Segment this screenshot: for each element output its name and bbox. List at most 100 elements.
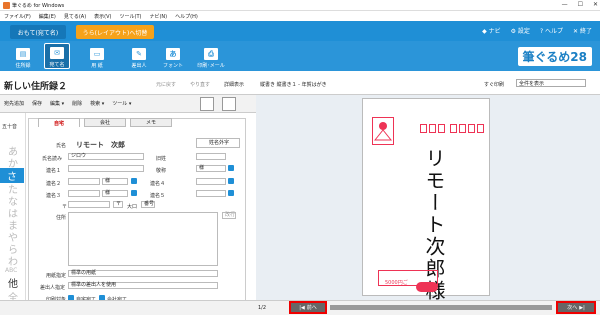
detail-view-button[interactable]: 詳細表示 bbox=[224, 81, 244, 88]
preview-scrollbar[interactable] bbox=[330, 305, 552, 310]
navi-button[interactable]: ◆ ナビ bbox=[482, 26, 501, 35]
add-recipient-button[interactable]: 宛先追加 bbox=[4, 100, 24, 107]
menu-bar: ファイル(F) 編集(E) 見てる(A) 表示(V) ツール(T) ナビ(N) … bbox=[0, 11, 600, 21]
joint-name-2-field[interactable] bbox=[68, 178, 100, 185]
zip-lookup-button[interactable]: 〒 bbox=[113, 201, 123, 208]
save-button[interactable]: 保存 bbox=[32, 100, 42, 107]
kana-reading-field[interactable]: ジロウ bbox=[68, 153, 144, 160]
address-toolbar: 宛先追加 保存 編集 ▾ 削除 検索 ▾ ツール ▾ bbox=[0, 95, 256, 113]
joint-name-4-label: 連名４ bbox=[150, 181, 166, 187]
kana-wa[interactable]: わ bbox=[8, 253, 18, 268]
kana-other[interactable]: 他 bbox=[8, 275, 18, 290]
joint-name-3-field[interactable] bbox=[68, 190, 100, 197]
joint-5-checkbox[interactable] bbox=[228, 190, 234, 196]
ribbon-print-button[interactable]: ⎙ 印刷･メール bbox=[194, 43, 228, 69]
kana-index: 五十音 あ か さ た な は ま や ら わ ABC 他 全 bbox=[0, 113, 26, 304]
print-now-label: すぐ印刷 bbox=[483, 82, 504, 88]
kana-reading-label: 氏名読み bbox=[42, 156, 63, 162]
joint-suffix-3-select[interactable]: 様 bbox=[102, 190, 128, 197]
joint-name-1-field[interactable] bbox=[68, 165, 144, 172]
menu-navi[interactable]: ナビ(N) bbox=[149, 13, 167, 20]
menu-file[interactable]: ファイル(F) bbox=[4, 13, 31, 20]
zip-number-button[interactable]: 番号 bbox=[141, 201, 155, 208]
help-button[interactable]: ? ヘルプ bbox=[540, 26, 563, 35]
redo-button[interactable]: やり直す bbox=[190, 81, 210, 88]
maximize-button[interactable]: ☐ bbox=[578, 1, 583, 8]
addressbook-icon: ▤ bbox=[16, 48, 30, 60]
joint-4-checkbox[interactable] bbox=[228, 178, 234, 184]
paper-spec-label: 用紙指定 bbox=[46, 273, 67, 279]
name-glyph-button[interactable]: 姓名外字 bbox=[196, 138, 240, 148]
zip-box bbox=[468, 124, 475, 133]
sender-spec-select[interactable]: 標準の差出人を使用 bbox=[68, 282, 218, 289]
tab-home[interactable]: 自宅 bbox=[38, 118, 80, 127]
tools-menu[interactable]: ツール ▾ bbox=[112, 100, 131, 107]
edit-menu[interactable]: 編集 ▾ bbox=[50, 100, 64, 107]
menu-view[interactable]: 表示(V) bbox=[94, 13, 111, 20]
addressbook-header: 新しい住所録２ 元に戻す やり直す 詳細表示 bbox=[0, 71, 256, 95]
lottery-mark-icon bbox=[416, 282, 438, 292]
ribbon-sender-button[interactable]: ✎ 差出人 bbox=[126, 43, 152, 69]
zip-box bbox=[429, 124, 436, 133]
name-value[interactable]: リモート 次郎 bbox=[76, 140, 125, 150]
zip-label: 〒 bbox=[62, 204, 68, 210]
first-page-icon[interactable]: |◀ bbox=[299, 305, 305, 311]
address-textarea[interactable] bbox=[68, 212, 218, 266]
kana-abc[interactable]: ABC bbox=[5, 267, 17, 274]
sort-label[interactable]: 五十音 bbox=[2, 123, 17, 130]
joint-name-5-label: 連名５ bbox=[150, 193, 166, 199]
joint-2-checkbox[interactable] bbox=[131, 178, 137, 184]
addressbook-title: 新しい住所録２ bbox=[4, 82, 68, 92]
tab-front-address[interactable]: おもて(宛て名) bbox=[10, 25, 66, 39]
ribbon-addressbook-button[interactable]: ▤ 住所録 bbox=[10, 43, 36, 69]
suffix-checkbox[interactable] bbox=[228, 165, 234, 171]
minimize-button[interactable]: — bbox=[562, 1, 568, 8]
sender-icon: ✎ bbox=[132, 48, 146, 60]
ribbon-font-button[interactable]: あフォント bbox=[160, 43, 186, 69]
menu-help[interactable]: ヘルプ(H) bbox=[175, 13, 198, 20]
card-view-button[interactable] bbox=[200, 97, 214, 111]
next-page-button[interactable]: 次へ ▶| bbox=[556, 301, 596, 314]
list-view-button[interactable] bbox=[222, 97, 236, 111]
joint-name-3-label: 連名３ bbox=[46, 193, 62, 199]
recipient-icon: ✉ bbox=[50, 47, 64, 59]
last-page-icon[interactable]: ▶| bbox=[579, 305, 585, 311]
settings-button[interactable]: ⚙ 設定 bbox=[511, 26, 530, 35]
maiden-field[interactable] bbox=[196, 153, 226, 160]
font-icon: あ bbox=[166, 48, 180, 60]
name-label: 氏名 bbox=[56, 143, 67, 149]
tab-company[interactable]: 会社 bbox=[84, 118, 126, 127]
ribbon-paper-button[interactable]: ▭ 用 紙 bbox=[84, 43, 110, 69]
preview-title: 縦書き 縦書き１ - 年賀はがき bbox=[260, 82, 327, 88]
zip-field[interactable] bbox=[68, 201, 110, 208]
menu-view-addr[interactable]: 見てる(A) bbox=[64, 13, 86, 20]
preview-header: 縦書き 縦書き１ - 年賀はがき すぐ印刷 全件を表示 bbox=[256, 71, 600, 95]
print-scope-select[interactable]: 全件を表示 bbox=[516, 79, 586, 87]
suffix-select[interactable]: 様 bbox=[196, 165, 226, 172]
joint-3-checkbox[interactable] bbox=[131, 190, 137, 196]
title-bar: 筆ぐるめ for Windows — ☐ ✕ bbox=[0, 0, 600, 11]
prev-page-button[interactable]: |◀ 前へ bbox=[289, 301, 327, 314]
sender-spec-label: 差出人指定 bbox=[40, 285, 66, 291]
joint-name-5-field[interactable] bbox=[196, 190, 226, 197]
bulk-zip-button[interactable]: 大口 bbox=[127, 203, 137, 210]
delete-button[interactable]: 削除 bbox=[72, 100, 82, 107]
close-button[interactable]: ✕ bbox=[593, 1, 598, 8]
zip-box bbox=[477, 124, 484, 133]
app-icon bbox=[3, 2, 10, 9]
ribbon-recipient-button[interactable]: ✉ 宛て名 bbox=[44, 43, 70, 69]
joint-name-4-field[interactable] bbox=[196, 178, 226, 185]
joint-suffix-2-select[interactable]: 様 bbox=[102, 178, 128, 185]
paper-spec-select[interactable]: 標準の用紙 bbox=[68, 270, 218, 277]
top-nav: ◆ ナビ ⚙ 設定 ? ヘルプ ✕ 終了 bbox=[482, 26, 592, 35]
newline-button[interactable]: 改行 bbox=[222, 212, 236, 219]
search-menu[interactable]: 検索 ▾ bbox=[90, 100, 104, 107]
tab-switch-layout[interactable]: うら(レイアウト)へ切替 bbox=[76, 25, 154, 39]
suffix-label: 敬称 bbox=[156, 168, 167, 174]
undo-button[interactable]: 元に戻す bbox=[156, 81, 176, 88]
exit-button[interactable]: ✕ 終了 bbox=[573, 26, 592, 35]
menu-edit[interactable]: 編集(E) bbox=[39, 13, 56, 20]
brand-logo: 筆ぐるめ28 bbox=[517, 47, 592, 66]
menu-tools[interactable]: ツール(T) bbox=[120, 13, 142, 20]
tab-memo[interactable]: メモ bbox=[130, 118, 172, 127]
